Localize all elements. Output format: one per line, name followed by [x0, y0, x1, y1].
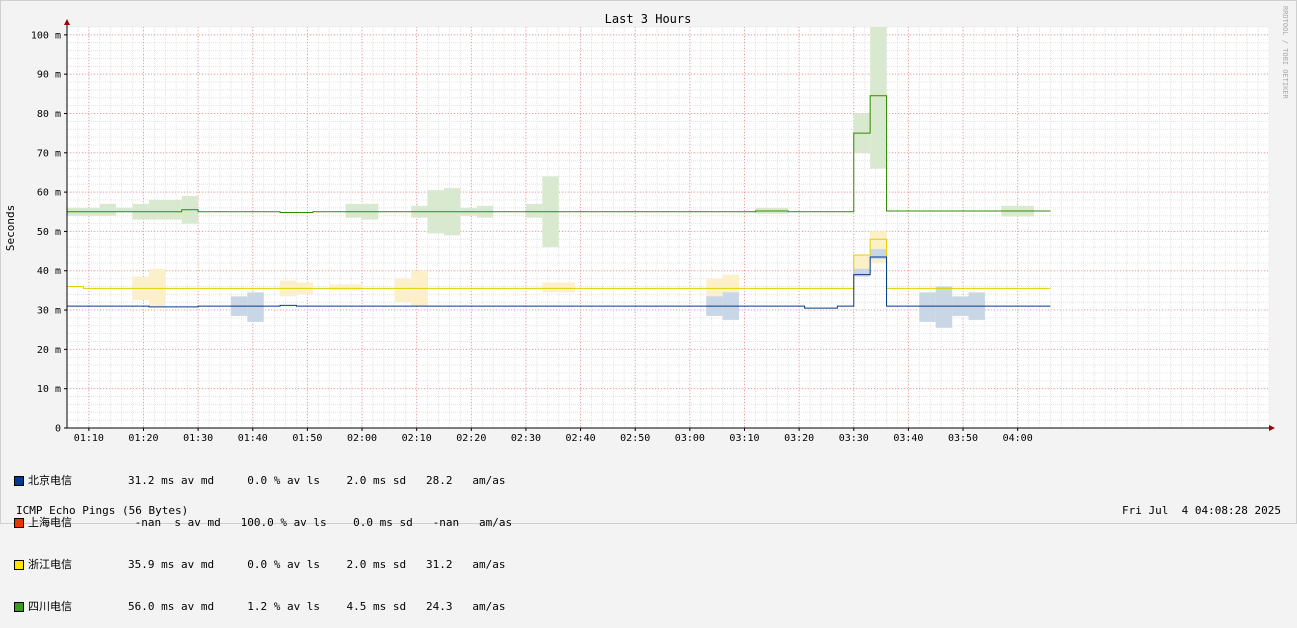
ping-chart: Last 3 Hours Seconds RRDTOOL / TOBI OETI… [4, 6, 1289, 444]
x-tick-labels: 01:10 01:20 01:30 01:40 01:50 02:00 02:10 02:20… [74, 433, 1033, 444]
x-tick-label: 03:10 [729, 433, 759, 444]
deviation-band [870, 27, 887, 169]
deviation-band [165, 199, 182, 220]
deviation-band [148, 268, 166, 307]
x-axis-arrow [1269, 425, 1275, 431]
deviation-band [345, 203, 363, 218]
y-tick-label: 10 m [37, 384, 61, 395]
deviation-band [525, 203, 543, 218]
deviation-band [99, 203, 117, 216]
x-tick-label: 02:50 [620, 433, 650, 444]
deviation-band [394, 278, 412, 303]
y-tick-label: 90 m [37, 70, 61, 81]
x-tick-label: 01:50 [292, 433, 322, 444]
legend-stats: -nan s av md 100.0 % av ls 0.0 ms sd -na… [128, 516, 513, 529]
x-tick-label: 02:40 [566, 433, 596, 444]
legend-stats: 35.9 ms av md 0.0 % av ls 2.0 ms sd 31.2… [128, 558, 506, 571]
x-tick-label: 03:30 [839, 433, 869, 444]
x-tick-label: 01:30 [183, 433, 213, 444]
y-tick-label: 50 m [37, 227, 61, 238]
footer-description: ICMP Echo Pings (56 Bytes) [16, 504, 189, 517]
legend-name: 浙江电信 [28, 558, 72, 571]
x-tick-label: 03:00 [675, 433, 705, 444]
y-axis-label: Seconds [4, 205, 17, 251]
legend-stats: 56.0 ms av md 1.2 % av ls 4.5 ms sd 24.3… [128, 600, 506, 613]
deviation-band [116, 207, 133, 212]
rrdtool-watermark: RRDTOOL / TOBI OETIKER [1281, 6, 1289, 100]
legend-name: 上海电信 [28, 516, 72, 529]
deviation-band [853, 268, 871, 277]
deviation-band [148, 199, 166, 220]
legend-item: 北京电信 31.2 ms av md 0.0 % av ls 2.0 ms sd… [14, 474, 512, 488]
legend-swatch [14, 476, 24, 486]
y-tick-label: 0 [55, 424, 61, 435]
deviation-band [919, 292, 936, 322]
y-tick-label: 60 m [37, 188, 61, 199]
x-tick-label: 01:20 [128, 433, 158, 444]
deviation-band [935, 286, 953, 328]
legend-swatch [14, 560, 24, 570]
x-tick-label: 03:40 [893, 433, 923, 444]
y-tick-label: 20 m [37, 345, 61, 356]
x-tick-label: 02:30 [511, 433, 541, 444]
legend-name: 北京电信 [28, 474, 72, 487]
y-tick-labels: 0 10 m 20 m 30 m 40 m 50 m 60 m 70 m 80 m 90 m 100… [31, 30, 61, 434]
x-tick-label: 02:10 [402, 433, 432, 444]
legend-swatch [14, 602, 24, 612]
deviation-band [542, 282, 576, 293]
footer-timestamp: Fri Jul 4 04:08:28 2025 [1122, 504, 1281, 517]
x-tick-label: 01:10 [74, 433, 104, 444]
legend-swatch [14, 518, 24, 528]
x-tick-label: 04:00 [1003, 433, 1033, 444]
legend-item: 四川电信 56.0 ms av md 1.2 % av ls 4.5 ms sd… [14, 600, 512, 614]
y-tick-label: 30 m [37, 306, 61, 317]
x-tick-label: 03:50 [948, 433, 978, 444]
y-tick-label: 70 m [37, 148, 61, 159]
chart-title: Last 3 Hours [605, 12, 692, 26]
legend-item: 上海电信 -nan s av md 100.0 % av ls 0.0 ms s… [14, 516, 512, 530]
legend-item: 浙江电信 35.9 ms av md 0.0 % av ls 2.0 ms sd… [14, 558, 512, 572]
deviation-band [247, 292, 264, 322]
y-tick-label: 80 m [37, 109, 61, 120]
y-axis-arrow [64, 19, 70, 25]
y-tick-label: 40 m [37, 266, 61, 277]
x-tick-label: 03:20 [784, 433, 814, 444]
x-tick-label: 02:20 [456, 433, 486, 444]
deviation-band [329, 284, 363, 291]
legend: 北京电信 31.2 ms av md 0.0 % av ls 2.0 ms sd… [14, 446, 512, 628]
x-tick-label: 02:00 [347, 433, 377, 444]
x-tick-label: 01:40 [238, 433, 268, 444]
legend-name: 四川电信 [28, 600, 72, 613]
y-tick-label: 100 m [31, 30, 61, 41]
legend-stats: 31.2 ms av md 0.0 % av ls 2.0 ms sd 28.2… [128, 474, 506, 487]
